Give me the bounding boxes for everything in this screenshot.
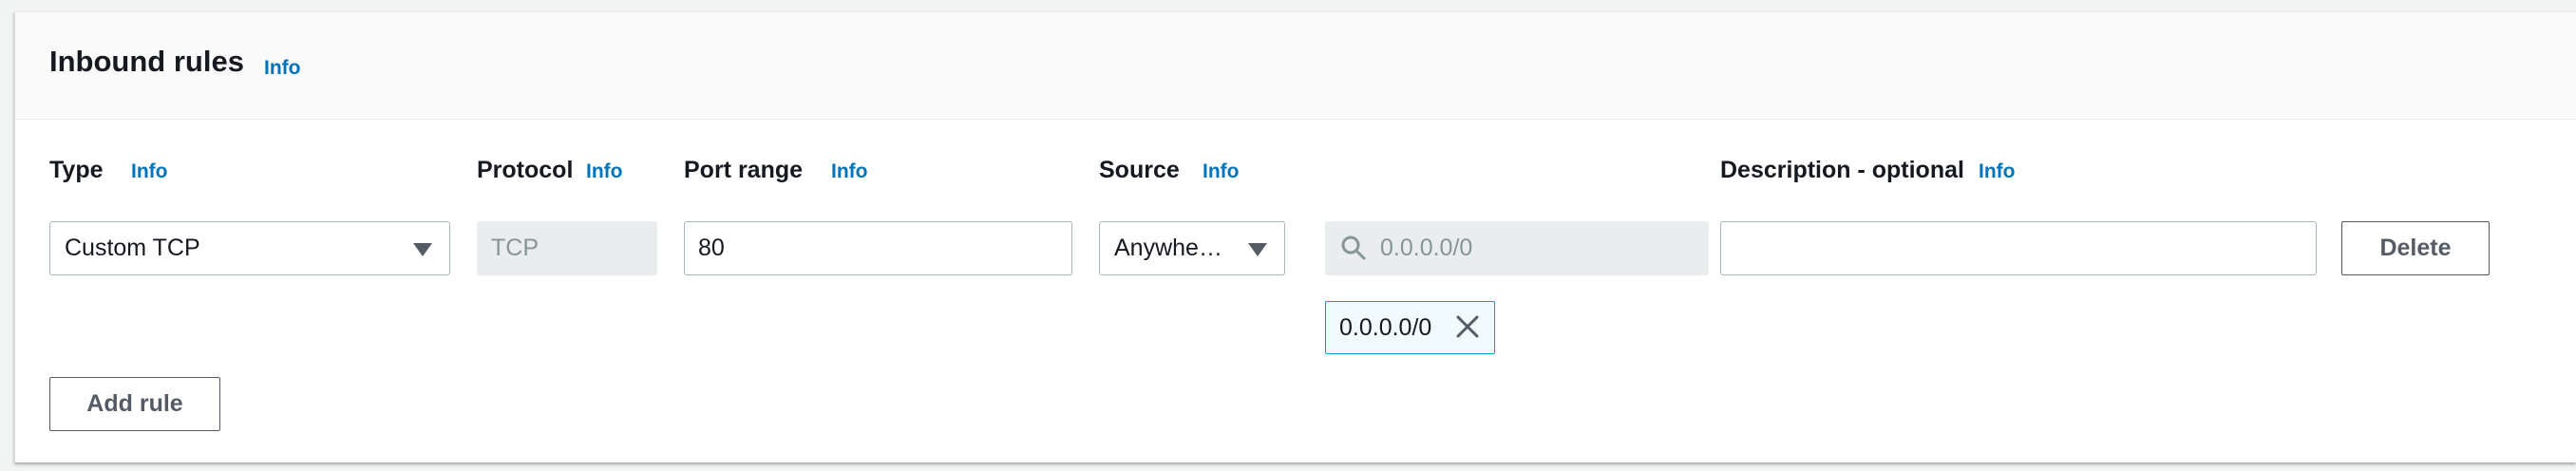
protocol-info-link[interactable]: Info xyxy=(586,160,622,183)
port-range-info-link[interactable]: Info xyxy=(831,160,867,183)
description-info-link[interactable]: Info xyxy=(1979,160,2015,183)
cidr-placeholder: 0.0.0.0/0 xyxy=(1380,235,1473,261)
port-range-label: Port range xyxy=(684,157,804,183)
protocol-label: Protocol xyxy=(477,157,574,183)
type-select[interactable]: Custom TCP xyxy=(49,221,450,275)
protocol-field xyxy=(477,221,657,275)
title-info-link[interactable]: Info xyxy=(264,57,300,80)
delete-button[interactable]: Delete xyxy=(2341,221,2490,275)
close-icon[interactable] xyxy=(1454,313,1481,345)
description-label: Description - optional xyxy=(1720,157,1964,183)
source-label: Source xyxy=(1099,157,1180,183)
caret-down-icon xyxy=(1248,243,1267,256)
search-icon xyxy=(1340,235,1367,266)
caret-down-icon xyxy=(413,243,432,256)
panel-title: Inbound rules xyxy=(49,45,244,78)
cidr-token: 0.0.0.0/0 xyxy=(1325,301,1495,354)
cidr-search-input[interactable]: 0.0.0.0/0 xyxy=(1325,221,1709,275)
add-rule-button[interactable]: Add rule xyxy=(49,377,220,431)
cidr-token-label: 0.0.0.0/0 xyxy=(1339,314,1432,341)
inbound-rules-panel: Inbound rules Info Type Info Protocol In… xyxy=(14,11,2576,462)
source-select[interactable]: Anywhe… xyxy=(1099,221,1285,275)
source-info-link[interactable]: Info xyxy=(1203,160,1239,183)
description-input[interactable] xyxy=(1720,221,2317,275)
panel-header: Inbound rules Info xyxy=(15,12,2576,120)
port-range-input[interactable] xyxy=(684,221,1072,275)
type-info-link[interactable]: Info xyxy=(131,160,167,183)
type-select-value: Custom TCP xyxy=(65,235,200,261)
type-label: Type xyxy=(49,157,104,183)
source-select-value: Anywhe… xyxy=(1114,235,1222,261)
